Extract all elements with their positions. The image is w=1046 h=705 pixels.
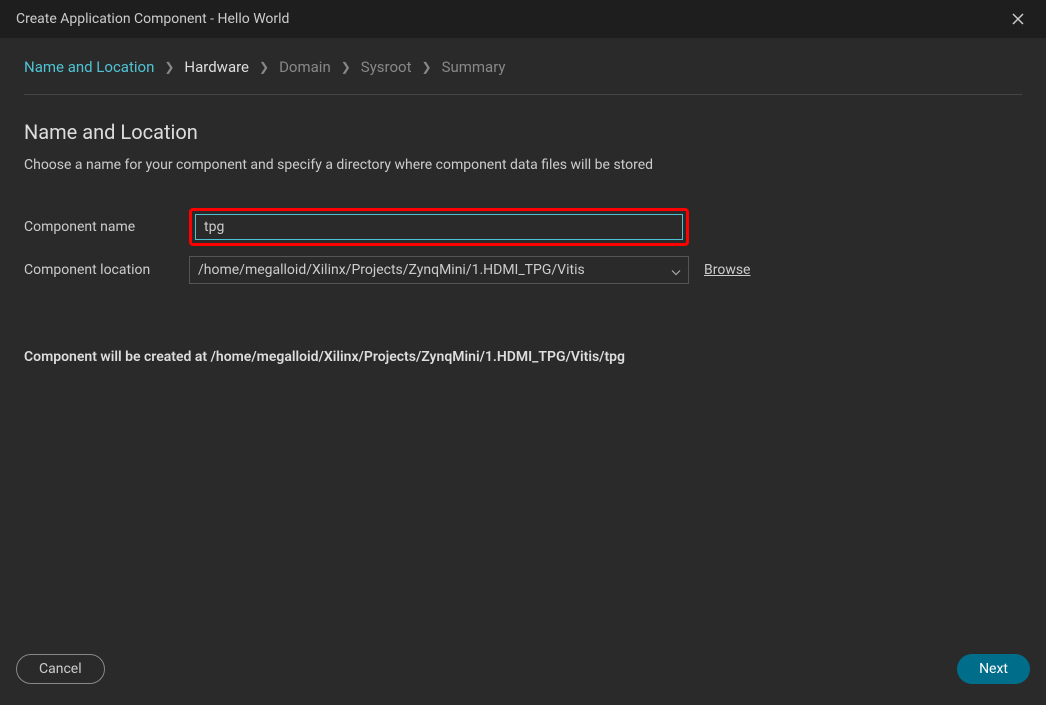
chevron-right-icon: ❯ [164, 60, 174, 74]
next-button[interactable]: Next [957, 654, 1030, 684]
location-select-wrapper: /home/megalloid/Xilinx/Projects/ZynqMini… [189, 256, 689, 284]
browse-link[interactable]: Browse [704, 262, 750, 278]
created-at-label: Component will be created at [24, 349, 211, 365]
close-icon [1011, 12, 1025, 26]
section-title: Name and Location [24, 120, 1022, 144]
chevron-right-icon: ❯ [422, 60, 432, 74]
name-row: Component name [24, 208, 1022, 246]
chevron-right-icon: ❯ [341, 60, 351, 74]
location-row: Component location /home/megalloid/Xilin… [24, 256, 1022, 284]
chevron-right-icon: ❯ [259, 60, 269, 74]
close-button[interactable] [1006, 7, 1030, 31]
component-location-label: Component location [24, 262, 189, 278]
breadcrumb-name-location[interactable]: Name and Location [24, 58, 154, 76]
created-at-text: Component will be created at /home/megal… [24, 349, 1022, 365]
breadcrumb: Name and Location ❯ Hardware ❯ Domain ❯ … [24, 58, 1022, 95]
form-area: Component name Component location /home/… [24, 208, 1022, 294]
component-name-label: Component name [24, 219, 189, 235]
breadcrumb-summary[interactable]: Summary [442, 58, 506, 76]
location-value: /home/megalloid/Xilinx/Projects/ZynqMini… [198, 262, 585, 278]
breadcrumb-hardware[interactable]: Hardware [184, 58, 249, 76]
section-subtitle: Choose a name for your component and spe… [24, 157, 1022, 173]
component-name-input[interactable] [195, 214, 683, 240]
breadcrumb-domain[interactable]: Domain [279, 58, 331, 76]
footer: Cancel Next [0, 645, 1046, 705]
breadcrumb-sysroot[interactable]: Sysroot [361, 58, 412, 76]
content-area: Name and Location ❯ Hardware ❯ Domain ❯ … [0, 38, 1046, 645]
titlebar: Create Application Component - Hello Wor… [0, 0, 1046, 38]
name-input-highlight [189, 208, 689, 246]
component-location-select[interactable]: /home/megalloid/Xilinx/Projects/ZynqMini… [189, 256, 689, 284]
window-title: Create Application Component - Hello Wor… [16, 11, 289, 27]
created-at-path: /home/megalloid/Xilinx/Projects/ZynqMini… [211, 349, 625, 365]
cancel-button[interactable]: Cancel [16, 654, 105, 684]
